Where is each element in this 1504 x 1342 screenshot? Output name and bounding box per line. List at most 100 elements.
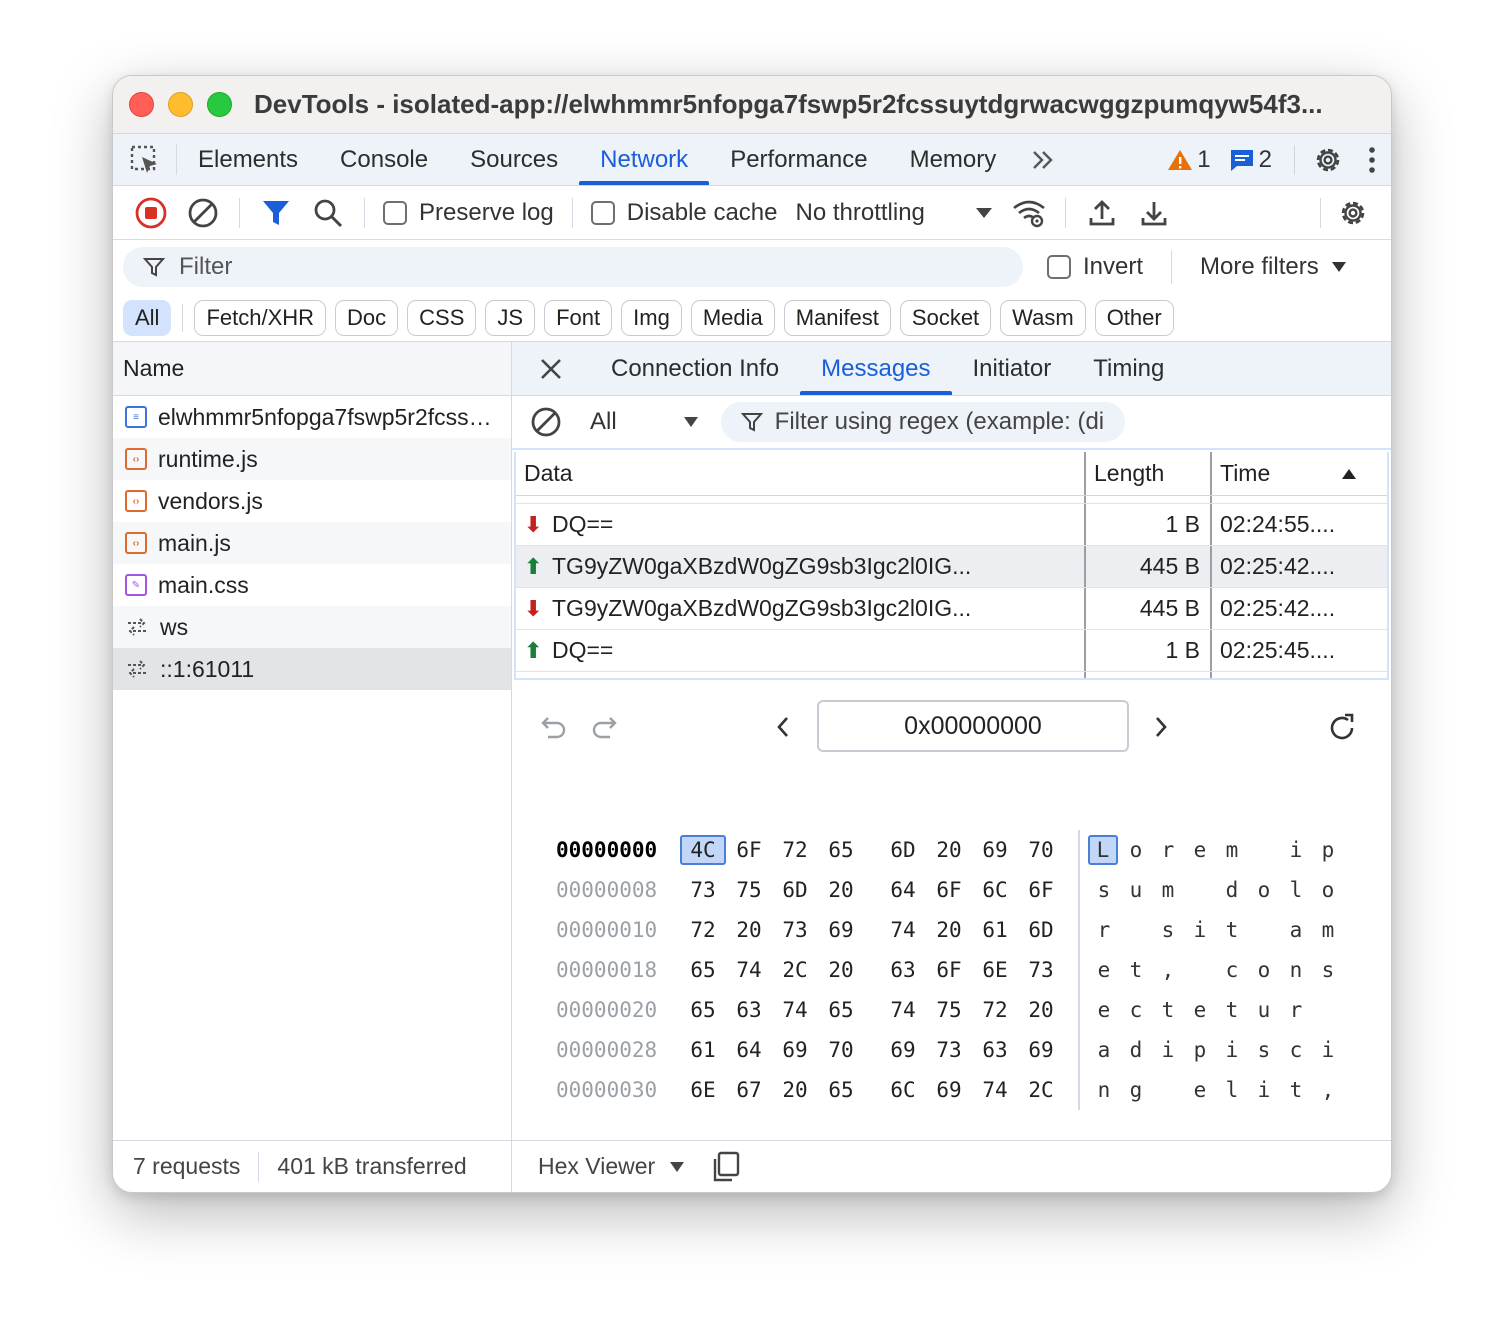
hex-byte[interactable]: 63 bbox=[880, 955, 926, 985]
hex-byte[interactable]: 61 bbox=[972, 915, 1018, 945]
hex-byte[interactable]: 2C bbox=[1018, 1075, 1064, 1105]
ascii-char[interactable]: c bbox=[1120, 995, 1152, 1025]
ascii-char[interactable]: l bbox=[1280, 875, 1312, 905]
ascii-char[interactable]: e bbox=[1088, 955, 1120, 985]
hex-byte[interactable]: 6E bbox=[972, 955, 1018, 985]
ascii-char[interactable]: u bbox=[1120, 875, 1152, 905]
disable-cache-checkbox[interactable]: Disable cache bbox=[585, 199, 784, 227]
hex-byte[interactable]: 6F bbox=[926, 875, 972, 905]
settings-button[interactable] bbox=[1311, 143, 1345, 177]
chip-media[interactable]: Media bbox=[690, 299, 775, 336]
ascii-char[interactable] bbox=[1184, 955, 1216, 985]
throttling-select[interactable]: No throttling bbox=[787, 199, 1000, 227]
ascii-char[interactable]: L bbox=[1088, 835, 1118, 865]
ascii-char[interactable]: s bbox=[1088, 875, 1120, 905]
hex-byte[interactable]: 6C bbox=[880, 1075, 926, 1105]
hex-byte[interactable]: 63 bbox=[972, 1035, 1018, 1065]
ascii-char[interactable]: a bbox=[1088, 1035, 1120, 1065]
hex-byte[interactable]: 74 bbox=[880, 915, 926, 945]
ascii-char[interactable]: c bbox=[1280, 1035, 1312, 1065]
hex-byte[interactable]: 65 bbox=[818, 995, 864, 1025]
hex-byte[interactable]: 74 bbox=[880, 995, 926, 1025]
hex-byte[interactable]: 72 bbox=[972, 995, 1018, 1025]
ascii-char[interactable]: r bbox=[1280, 995, 1312, 1025]
ascii-char[interactable]: p bbox=[1312, 835, 1344, 865]
hex-byte[interactable]: 20 bbox=[926, 835, 972, 865]
tab-memory[interactable]: Memory bbox=[889, 134, 1018, 185]
ascii-char[interactable]: d bbox=[1216, 875, 1248, 905]
ascii-char[interactable] bbox=[1248, 835, 1280, 865]
ascii-char[interactable]: m bbox=[1312, 915, 1344, 945]
ascii-char[interactable] bbox=[1184, 875, 1216, 905]
hex-byte[interactable]: 65 bbox=[680, 955, 726, 985]
hex-byte[interactable]: 6C bbox=[972, 875, 1018, 905]
hex-byte[interactable]: 73 bbox=[680, 875, 726, 905]
ascii-char[interactable]: o bbox=[1248, 955, 1280, 985]
hex-byte[interactable]: 20 bbox=[818, 955, 864, 985]
invert-checkbox[interactable]: Invert bbox=[1047, 253, 1143, 281]
hex-byte[interactable]: 6E bbox=[680, 1075, 726, 1105]
ascii-char[interactable]: , bbox=[1312, 1075, 1344, 1105]
ascii-char[interactable]: d bbox=[1120, 1035, 1152, 1065]
clear-button[interactable] bbox=[179, 191, 227, 235]
ascii-char[interactable]: n bbox=[1088, 1075, 1120, 1105]
request-row[interactable]: ‹› vendors.js bbox=[113, 480, 511, 522]
hex-byte[interactable]: 70 bbox=[1018, 835, 1064, 865]
ascii-char[interactable]: e bbox=[1088, 995, 1120, 1025]
request-row[interactable]: ::1:61011 bbox=[113, 648, 511, 690]
messages-badge[interactable]: 2 bbox=[1223, 146, 1278, 174]
ascii-char[interactable]: a bbox=[1280, 915, 1312, 945]
hex-byte[interactable]: 69 bbox=[880, 1035, 926, 1065]
ascii-char[interactable]: m bbox=[1216, 835, 1248, 865]
network-conditions-button[interactable] bbox=[1005, 191, 1053, 235]
length-column-header[interactable]: Length bbox=[1086, 452, 1212, 495]
request-row[interactable]: ‹› main.js bbox=[113, 522, 511, 564]
export-har-button[interactable] bbox=[1130, 191, 1178, 235]
stop-recording-button[interactable] bbox=[127, 191, 175, 235]
chip-js[interactable]: JS bbox=[485, 299, 536, 336]
chip-css[interactable]: CSS bbox=[407, 299, 477, 336]
ascii-char[interactable]: u bbox=[1248, 995, 1280, 1025]
hex-byte[interactable]: 20 bbox=[1018, 995, 1064, 1025]
hex-byte[interactable]: 20 bbox=[926, 915, 972, 945]
ascii-char[interactable]: o bbox=[1312, 875, 1344, 905]
ascii-char[interactable]: e bbox=[1184, 1075, 1216, 1105]
ascii-char[interactable]: r bbox=[1088, 915, 1120, 945]
hex-byte[interactable]: 4C bbox=[680, 835, 726, 865]
hex-byte[interactable]: 20 bbox=[726, 915, 772, 945]
more-filters-button[interactable]: More filters bbox=[1171, 250, 1347, 284]
hex-byte[interactable]: 6D bbox=[1018, 915, 1064, 945]
import-har-button[interactable] bbox=[1078, 191, 1126, 235]
ascii-char[interactable]: t bbox=[1152, 995, 1184, 1025]
ascii-char[interactable]: s bbox=[1312, 955, 1344, 985]
ascii-char[interactable] bbox=[1120, 915, 1152, 945]
network-settings-button[interactable] bbox=[1329, 191, 1377, 235]
chip-doc[interactable]: Doc bbox=[335, 299, 399, 336]
message-row[interactable]: ⬆ DQ== 1 B 02:25:45.... bbox=[516, 630, 1387, 672]
hex-byte[interactable]: 74 bbox=[726, 955, 772, 985]
ascii-char[interactable]: l bbox=[1216, 1075, 1248, 1105]
filter-input[interactable]: Filter bbox=[123, 247, 1023, 287]
ascii-char[interactable]: t bbox=[1120, 955, 1152, 985]
hex-byte[interactable]: 72 bbox=[772, 835, 818, 865]
redo-button[interactable] bbox=[590, 714, 618, 745]
ascii-char[interactable]: t bbox=[1280, 1075, 1312, 1105]
maximize-window-button[interactable] bbox=[207, 92, 232, 117]
close-detail-button[interactable] bbox=[512, 342, 590, 395]
tab-connection-info[interactable]: Connection Info bbox=[590, 342, 800, 395]
ascii-char[interactable]: m bbox=[1152, 875, 1184, 905]
ascii-char[interactable] bbox=[1248, 915, 1280, 945]
hex-byte[interactable]: 73 bbox=[1018, 955, 1064, 985]
ascii-char[interactable]: i bbox=[1280, 835, 1312, 865]
hex-byte[interactable]: 69 bbox=[818, 915, 864, 945]
ascii-char[interactable]: i bbox=[1184, 915, 1216, 945]
tab-initiator[interactable]: Initiator bbox=[952, 342, 1073, 395]
hex-byte[interactable]: 64 bbox=[726, 1035, 772, 1065]
warnings-badge[interactable]: 1 bbox=[1161, 146, 1216, 174]
hex-byte[interactable]: 73 bbox=[772, 915, 818, 945]
hex-byte[interactable]: 75 bbox=[926, 995, 972, 1025]
hex-byte[interactable]: 6F bbox=[1018, 875, 1064, 905]
request-row[interactable]: ≡ elwhmmr5nfopga7fswp5r2fcssuytdgrwacwgg… bbox=[113, 396, 511, 438]
hex-byte[interactable]: 65 bbox=[680, 995, 726, 1025]
hex-byte[interactable]: 20 bbox=[818, 875, 864, 905]
